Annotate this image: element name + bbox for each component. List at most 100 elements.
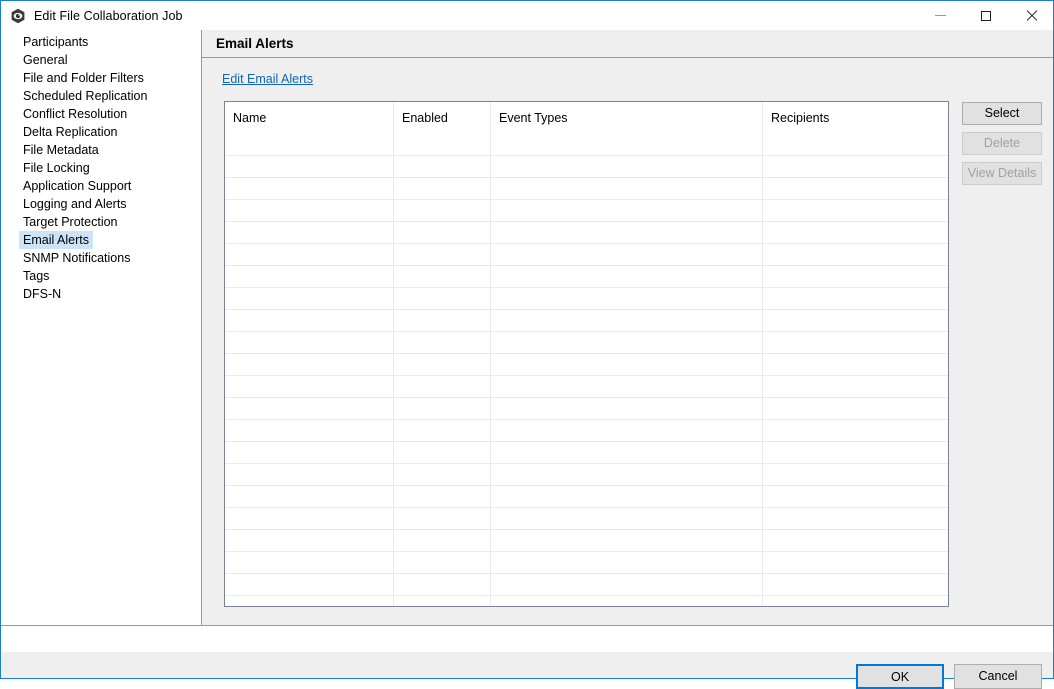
table-cell (762, 243, 948, 266)
column-header-enabled[interactable]: Enabled (393, 102, 491, 156)
table-cell (762, 463, 948, 486)
table-row[interactable] (225, 397, 948, 420)
table-cell (762, 309, 948, 332)
table-cell (762, 397, 948, 420)
sidebar-item-file-metadata[interactable]: File Metadata (19, 141, 103, 159)
table-row[interactable] (225, 177, 948, 200)
table-cell (393, 353, 491, 376)
table-cell (225, 419, 394, 442)
sidebar-item-tags[interactable]: Tags (19, 267, 53, 285)
table-cell (490, 573, 763, 596)
table-row[interactable] (225, 353, 948, 376)
column-header-name[interactable]: Name (225, 102, 394, 156)
table-cell (490, 243, 763, 266)
table-cell (490, 265, 763, 288)
table-row[interactable] (225, 331, 948, 354)
dialog-body: Participants General File and Folder Fil… (1, 30, 1053, 652)
sidebar-item-general[interactable]: General (19, 51, 71, 69)
table-row[interactable] (225, 507, 948, 530)
ok-button[interactable]: OK (856, 664, 944, 689)
table-cell (490, 287, 763, 310)
table-row[interactable] (225, 419, 948, 442)
table-cell (225, 485, 394, 508)
table-cell (393, 199, 491, 222)
sidebar-item-dfs-n[interactable]: DFS-N (19, 285, 65, 303)
table-cell (490, 155, 763, 178)
table-cell (762, 221, 948, 244)
table-row[interactable] (225, 287, 948, 310)
close-icon[interactable] (1008, 1, 1053, 30)
sidebar-item-participants[interactable]: Participants (19, 33, 92, 51)
table-cell (762, 265, 948, 288)
table-row[interactable] (225, 573, 948, 596)
sidebar-item-application-support[interactable]: Application Support (19, 177, 135, 195)
table-cell (490, 353, 763, 376)
sidebar-item-file-locking[interactable]: File Locking (19, 159, 94, 177)
table-cell (762, 507, 948, 530)
title-bar: Edit File Collaboration Job (1, 1, 1053, 30)
table-row[interactable] (225, 199, 948, 222)
maximize-icon[interactable] (963, 1, 1008, 30)
table-cell (393, 397, 491, 420)
sidebar-item-logging-and-alerts[interactable]: Logging and Alerts (19, 195, 131, 213)
sidebar-item-snmp-notifications[interactable]: SNMP Notifications (19, 249, 134, 267)
table-row[interactable] (225, 463, 948, 486)
table-cell (762, 331, 948, 354)
table-row[interactable] (225, 243, 948, 266)
table-cell (225, 353, 394, 376)
email-alerts-table-container: Name Enabled Event Types Recipients (224, 101, 949, 607)
window-controls (918, 1, 1053, 30)
table-row[interactable] (225, 309, 948, 332)
table-row[interactable] (225, 485, 948, 508)
table-cell (393, 287, 491, 310)
table-row[interactable] (225, 155, 948, 178)
table-cell (393, 243, 491, 266)
table-cell (762, 419, 948, 442)
table-row[interactable] (225, 265, 948, 288)
table-cell (393, 265, 491, 288)
content-header: Email Alerts (202, 30, 1053, 58)
table-cell (225, 331, 394, 354)
table-cell (490, 199, 763, 222)
sidebar-item-file-and-folder-filters[interactable]: File and Folder Filters (19, 69, 148, 87)
table-cell (490, 507, 763, 530)
select-button[interactable]: Select (962, 102, 1042, 125)
table-cell (490, 441, 763, 464)
table-cell (225, 529, 394, 552)
column-header-recipients[interactable]: Recipients (762, 102, 948, 156)
table-cell (490, 177, 763, 200)
table-row[interactable] (225, 221, 948, 244)
table-cell (393, 177, 491, 200)
edit-email-alerts-link[interactable]: Edit Email Alerts (222, 72, 313, 86)
table-row[interactable] (225, 441, 948, 464)
table-cell (393, 573, 491, 596)
table-cell (762, 353, 948, 376)
table-cell (393, 419, 491, 442)
sidebar-item-scheduled-replication[interactable]: Scheduled Replication (19, 87, 151, 105)
table-cell (490, 551, 763, 574)
table-row[interactable] (225, 529, 948, 552)
table-header: Name Enabled Event Types Recipients (225, 102, 948, 156)
sidebar-item-delta-replication[interactable]: Delta Replication (19, 123, 122, 141)
table-cell (762, 595, 948, 606)
table-cell (762, 177, 948, 200)
table-row[interactable] (225, 551, 948, 574)
table-cell (225, 177, 394, 200)
table-cell (762, 199, 948, 222)
sidebar-item-conflict-resolution[interactable]: Conflict Resolution (19, 105, 131, 123)
cancel-button[interactable]: Cancel (954, 664, 1042, 689)
table-header-row: Name Enabled Event Types Recipients (225, 102, 948, 156)
table-row[interactable] (225, 595, 948, 606)
column-header-event-types[interactable]: Event Types (490, 102, 763, 156)
table-cell (393, 507, 491, 530)
sidebar-item-email-alerts[interactable]: Email Alerts (19, 231, 93, 249)
sidebar-item-target-protection[interactable]: Target Protection (19, 213, 122, 231)
table-cell (490, 529, 763, 552)
minimize-icon[interactable] (918, 1, 963, 30)
table-cell (393, 375, 491, 398)
table-cell (762, 441, 948, 464)
table-cell (225, 397, 394, 420)
table-cell (762, 155, 948, 178)
table-cell (225, 155, 394, 178)
table-row[interactable] (225, 375, 948, 398)
